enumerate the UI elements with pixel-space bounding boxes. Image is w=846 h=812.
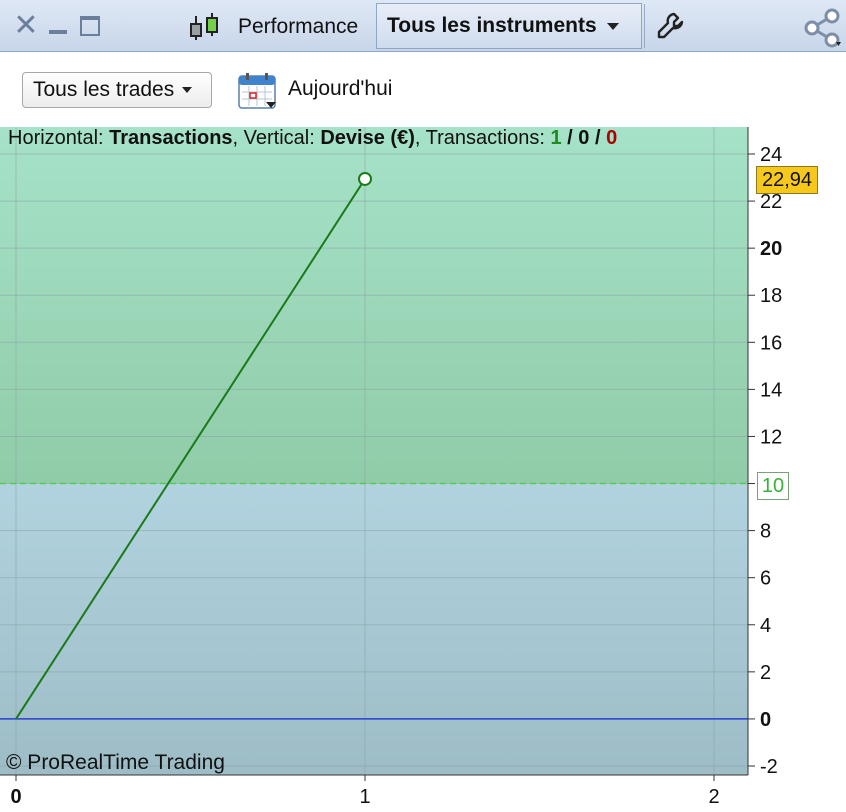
profit-zone (0, 127, 748, 484)
y-tick-label: -2 (760, 756, 778, 778)
last-value-badge: 22,94 (756, 166, 818, 194)
slash: / (561, 127, 579, 149)
winning-count: 1 (550, 127, 562, 149)
vertical-axis-value: Devise (€) (320, 127, 415, 149)
y-tick-label: 22 (760, 191, 782, 213)
neutral-count: 0 (578, 127, 590, 149)
losing-count: 0 (606, 127, 618, 149)
equity-chart[interactable]: -202468121416182022240 1 2 (0, 0, 846, 812)
x-tick-label: 1 (359, 786, 370, 808)
x-tick-label: 2 (708, 786, 719, 808)
vertical-prefix: , Vertical: (232, 127, 321, 149)
y-tick-label: 16 (760, 332, 782, 354)
y-tick-label: 12 (760, 426, 782, 448)
reference-level-badge: 10 (757, 472, 789, 500)
y-tick-label: 24 (760, 144, 782, 166)
chart-info-line: Horizontal: Transactions, Vertical: Devi… (8, 127, 617, 150)
y-tick-label: 14 (760, 379, 782, 401)
horizontal-prefix: Horizontal: (8, 127, 110, 149)
y-tick-label: 8 (760, 521, 771, 543)
y-tick-label: 4 (760, 615, 771, 637)
y-tick-label: 2 (760, 662, 771, 684)
last-point-marker (358, 171, 372, 186)
y-tick-label: 6 (760, 568, 771, 590)
y-tick-label: 18 (760, 285, 782, 307)
x-tick-label: 0 (10, 786, 21, 808)
loss-zone (0, 483, 748, 775)
y-tick-label: 0 (760, 709, 771, 731)
slash: / (589, 127, 607, 149)
y-tick-label: 20 (760, 238, 782, 260)
horizontal-axis-value: Transactions (109, 127, 233, 149)
transactions-prefix: , Transactions: (414, 127, 551, 149)
copyright-text: © ProRealTime Trading (6, 751, 225, 774)
